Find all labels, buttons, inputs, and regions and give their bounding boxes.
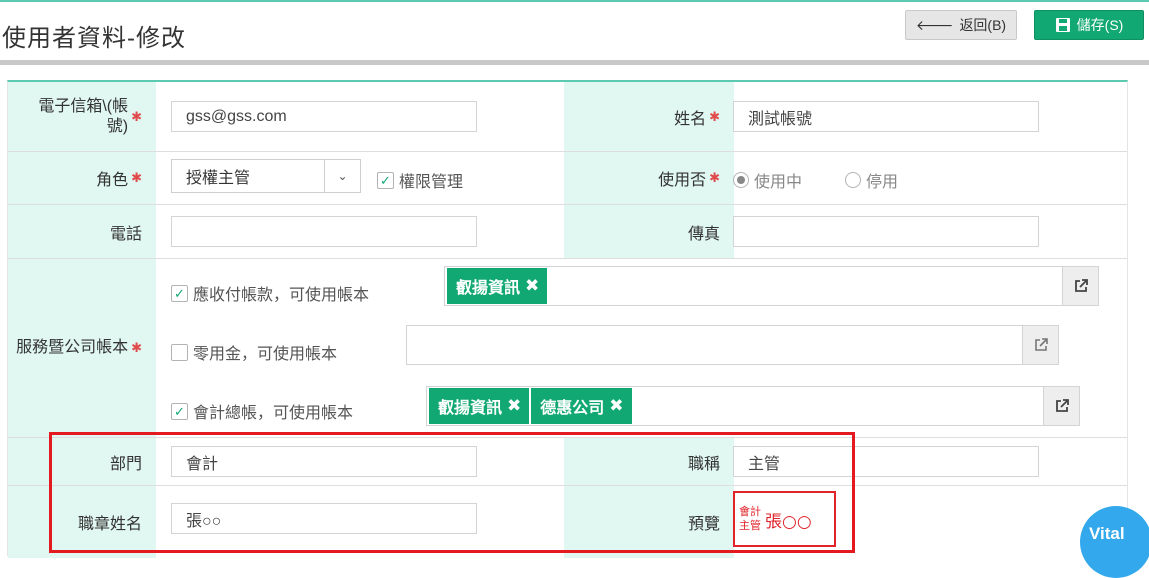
save-button[interactable]: 儲存(S) [1034,10,1144,40]
vital-assistant-button[interactable]: Vital [1080,506,1149,578]
checkbox-checked-icon[interactable]: ✓ [377,171,394,189]
form-row-stamp: 職章姓名 張○○ 預覽 [8,486,1127,558]
name-label: 姓名 ✱ [564,82,734,151]
required-marker: ✱ [709,108,720,124]
external-link-icon [1074,279,1088,292]
ledger-tag: 叡揚資訊 ✖ [429,388,530,424]
required-marker: ✱ [709,170,720,185]
fax-field[interactable] [733,216,1039,247]
page-title: 使用者資料-修改 [2,25,186,52]
receivable-payable-checkbox[interactable]: ✓ 應收付帳款，可使用帳本 [171,281,369,305]
status-disabled-label: 停用 [866,174,899,191]
ledger-tag: 德惠公司 ✖ [531,388,632,424]
permission-management-label: 權限管理 [399,174,464,191]
form-row-services: 服務暨公司帳本✱ ✓ 應收付帳款，可使用帳本 叡揚資訊 ✖ ✓ 零用金，可使用帳… [8,259,1127,438]
status-label: 使用否 ✱ [564,152,734,204]
required-marker: ✱ [131,170,142,185]
close-icon[interactable]: ✖ [525,276,539,296]
floppy-disk-icon [1055,18,1070,32]
chevron-down-icon[interactable]: ⌄ [324,160,360,192]
required-marker: ✱ [131,340,142,355]
petty-cash-ledger-box[interactable] [406,325,1023,365]
name-label-text: 姓名 [674,110,707,128]
external-link-icon [1055,399,1069,412]
stamp-line-1: 會計 [739,504,761,518]
job-title-label: 職稱 [564,438,734,485]
back-button[interactable]: 🡐 返回(B) [905,10,1017,40]
role-select-value: 授權主管 [186,170,251,187]
email-label: 電子信箱\(帳號) ✱ [8,82,156,151]
stamp-line-2: 主管 [739,519,761,532]
job-title-field[interactable]: 主管 [733,446,1039,477]
email-label-text: 電子信箱\(帳號) [38,98,129,135]
stamp-name-label: 職章姓名 [8,486,156,558]
department-label: 部門 [8,438,156,485]
ledger-tag: 叡揚資訊 ✖ [447,268,548,304]
external-link-icon [1034,338,1048,351]
arrow-left-icon: 🡐 [915,16,954,33]
checkbox-unchecked-icon[interactable]: ✓ [171,343,188,361]
open-external-button[interactable] [1063,266,1099,306]
back-button-label: 返回(B) [959,17,1007,33]
fax-label: 傳真 [564,205,734,258]
checkbox-checked-icon[interactable]: ✓ [171,402,188,420]
stamp-preview: 會計 主管 張○○ [733,491,836,547]
radio-selected-icon[interactable] [733,172,749,188]
stamp-name-text: 張○○ [765,511,812,532]
general-ledger-label: 會計總帳，可使用帳本 [193,405,354,422]
general-ledger-ledger-box[interactable]: 叡揚資訊 ✖ 德惠公司 ✖ [426,386,1044,426]
email-field[interactable]: gss@gss.com [171,101,477,132]
checkbox-checked-icon[interactable]: ✓ [171,284,188,302]
form-row-phone: 電話 傳真 [8,205,1127,259]
status-active-label: 使用中 [754,174,803,191]
role-label: 角色 ✱ [8,152,156,204]
vital-logo-text: Vital [1089,524,1125,543]
required-marker: ✱ [131,108,142,124]
open-external-button[interactable] [1044,386,1080,426]
top-accent-line [0,0,1149,2]
save-button-label: 儲存(S) [1076,17,1124,33]
name-field[interactable]: 測試帳號 [733,101,1039,132]
stamp-title: 會計 主管 [739,505,761,534]
stamp-name-field[interactable]: 張○○ [171,503,477,534]
form-row-email: 電子信箱\(帳號) ✱ gss@gss.com 姓名 ✱ 測試帳號 [8,82,1127,152]
petty-cash-label: 零用金，可使用帳本 [193,346,338,363]
open-external-button[interactable] [1023,325,1059,365]
department-field[interactable]: 會計 [171,446,477,477]
radio-unselected-icon[interactable] [845,172,861,188]
form-row-department: 部門 會計 職稱 主管 [8,438,1127,486]
general-ledger-checkbox[interactable]: ✓ 會計總帳，可使用帳本 [171,399,353,423]
receivable-payable-label: 應收付帳款，可使用帳本 [193,287,370,304]
close-icon[interactable]: ✖ [609,396,623,416]
phone-label: 電話 [8,205,156,258]
ledger-tag-label: 德惠公司 [540,400,605,417]
status-label-text: 使用否 [658,172,707,189]
role-label-text: 角色 [96,172,129,189]
petty-cash-checkbox[interactable]: ✓ 零用金，可使用帳本 [171,340,337,364]
ledger-tag-label: 叡揚資訊 [438,400,503,417]
preview-label: 預覽 [564,486,734,558]
close-icon[interactable]: ✖ [507,396,521,416]
permission-management-checkbox[interactable]: ✓ 權限管理 [377,168,463,192]
form-row-role: 角色 ✱ 授權主管 ⌄ ✓ 權限管理 使用否 ✱ 使用中 停用 [8,152,1127,205]
ledger-tag-label: 叡揚資訊 [456,280,521,297]
status-radio-disabled[interactable]: 停用 [845,168,898,192]
services-label: 服務暨公司帳本 ✱ [8,259,156,437]
role-select[interactable]: 授權主管 ⌄ [171,159,361,193]
phone-field[interactable] [171,216,477,247]
status-radio-active[interactable]: 使用中 [733,168,802,192]
header-separator [0,60,1149,65]
receivable-payable-ledger-box[interactable]: 叡揚資訊 ✖ [444,266,1063,306]
user-form-panel: 電子信箱\(帳號) ✱ gss@gss.com 姓名 ✱ 測試帳號 角色 ✱ 授權主管… [7,80,1128,558]
services-label-text: 服務暨公司帳本 [16,338,129,356]
